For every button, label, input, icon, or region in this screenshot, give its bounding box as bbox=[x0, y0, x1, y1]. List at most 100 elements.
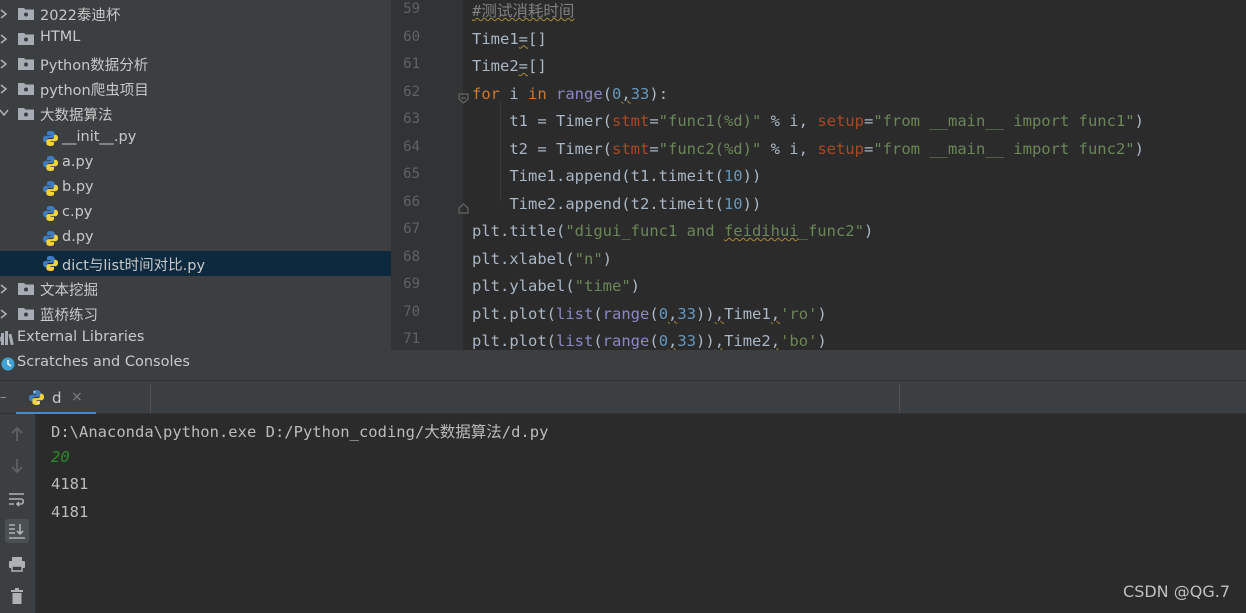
soft-wrap-icon[interactable] bbox=[5, 487, 29, 511]
python-file-icon bbox=[42, 155, 59, 172]
down-arrow-icon[interactable] bbox=[5, 454, 29, 478]
code-line[interactable]: #测试消耗时间 bbox=[472, 0, 574, 25]
scratches-icon bbox=[1, 357, 15, 371]
code-line[interactable]: plt.title("digui_func1 and feidihui_func… bbox=[472, 218, 873, 245]
line-number: 69 bbox=[403, 276, 420, 292]
tree-item-label: python爬虫项目 bbox=[40, 83, 149, 99]
project-tree: 2022泰迪杯 HTML Python数据分析 python爬虫项目 大数据算法 __in… bbox=[0, 0, 391, 380]
tree-item[interactable]: __init__.py bbox=[0, 126, 391, 151]
tree-item[interactable]: 蓝桥练习 bbox=[0, 301, 391, 326]
watermark: CSDN @QG.7 bbox=[1123, 582, 1230, 601]
code-line[interactable]: Time2=[] bbox=[472, 53, 547, 80]
tree-item[interactable]: d.py bbox=[0, 226, 391, 251]
folder-icon bbox=[18, 32, 34, 45]
run-console-output[interactable]: D:\Anaconda\python.exe D:/Python_coding/… bbox=[36, 414, 1246, 613]
console-line: D:\Anaconda\python.exe D:/Python_coding/… bbox=[51, 423, 549, 441]
libraries-icon bbox=[1, 331, 15, 346]
console-line: 4181 bbox=[51, 475, 89, 493]
line-number: 60 bbox=[403, 28, 420, 45]
tree-item-label: dict与list时间对比.py bbox=[62, 258, 206, 274]
python-file-icon bbox=[42, 205, 59, 222]
line-number: 70 bbox=[403, 303, 420, 320]
tree-item-label: HTML bbox=[40, 29, 81, 45]
folder-icon bbox=[18, 307, 34, 320]
line-number: 67 bbox=[403, 221, 420, 237]
line-number: 65 bbox=[403, 166, 420, 182]
code-line[interactable]: plt.ylabel("time") bbox=[472, 273, 640, 300]
chevron-right-icon[interactable] bbox=[0, 59, 10, 69]
editor-scroll-area bbox=[391, 350, 1246, 380]
close-icon[interactable]: × bbox=[71, 389, 83, 405]
header-divider bbox=[150, 383, 151, 413]
tree-item[interactable]: python爬虫项目 bbox=[0, 76, 391, 101]
code-line[interactable]: Time1=[] bbox=[472, 26, 547, 53]
tree-item[interactable]: b.py bbox=[0, 176, 391, 201]
scroll-to-end-icon[interactable] bbox=[5, 519, 29, 543]
tree-item[interactable]: HTML bbox=[0, 26, 391, 51]
tree-item-label: Python数据分析 bbox=[40, 58, 149, 74]
run-tab-d[interactable]: d × bbox=[16, 381, 96, 415]
python-file-icon bbox=[42, 130, 59, 147]
tree-item-label: 蓝桥练习 bbox=[40, 308, 98, 324]
line-number: 64 bbox=[403, 138, 420, 155]
tree-item-label: 文本挖掘 bbox=[40, 283, 98, 299]
line-number: 68 bbox=[403, 248, 420, 265]
chevron-right-icon[interactable] bbox=[0, 9, 10, 19]
tree-item[interactable]: Scratches and Consoles bbox=[0, 351, 391, 376]
fold-start-icon[interactable] bbox=[458, 89, 469, 104]
tree-item-label: 大数据算法 bbox=[40, 108, 113, 124]
tree-item-label: d.py bbox=[62, 229, 94, 245]
python-icon bbox=[28, 389, 45, 406]
header-divider bbox=[899, 383, 900, 413]
chevron-right-icon[interactable] bbox=[0, 34, 10, 44]
line-number: 66 bbox=[403, 193, 420, 210]
code-line[interactable]: Time1.append(t1.timeit(10)) bbox=[472, 163, 761, 190]
print-icon[interactable] bbox=[5, 552, 29, 576]
tree-item-label: 2022泰迪杯 bbox=[40, 8, 121, 24]
tree-item-label: b.py bbox=[62, 179, 94, 195]
tree-item[interactable]: Python数据分析 bbox=[0, 51, 391, 76]
code-editor[interactable]: 59 60 61 62 63 64 65 66 67 68 69 70 71 #测试消耗时间 Time1=… bbox=[391, 0, 1246, 380]
line-number: 61 bbox=[403, 56, 420, 72]
line-number: 62 bbox=[403, 83, 420, 100]
minimize-icon[interactable]: – bbox=[0, 390, 7, 405]
fold-end-icon[interactable] bbox=[458, 199, 469, 213]
folder-icon bbox=[18, 82, 34, 95]
code-line[interactable]: t2 = Timer(stmt="func2(%d)" % i, setup="… bbox=[472, 136, 1144, 163]
line-number: 71 bbox=[403, 331, 420, 347]
code-line[interactable]: plt.plot(list(range(0,33)),Time1,'ro') bbox=[472, 301, 827, 328]
tree-item-label: c.py bbox=[62, 204, 93, 220]
tree-item-label: External Libraries bbox=[17, 329, 145, 345]
line-number: 59 bbox=[403, 1, 420, 17]
tree-item[interactable]: a.py bbox=[0, 151, 391, 176]
python-file-icon bbox=[42, 255, 59, 272]
code-line[interactable]: plt.xlabel("n") bbox=[472, 246, 612, 273]
line-number-gutter: 59 60 61 62 63 64 65 66 67 68 69 70 71 bbox=[391, 0, 469, 350]
code-line[interactable]: for i in range(0,33): bbox=[472, 81, 668, 108]
tree-item[interactable]: External Libraries bbox=[0, 326, 391, 351]
chevron-right-icon[interactable] bbox=[0, 84, 10, 94]
python-file-icon bbox=[42, 230, 59, 247]
tree-item[interactable]: dict与list时间对比.py bbox=[0, 251, 391, 276]
python-file-icon bbox=[42, 180, 59, 197]
code-line[interactable]: t1 = Timer(stmt="func1(%d)" % i, setup="… bbox=[472, 108, 1144, 135]
line-number: 63 bbox=[403, 111, 420, 127]
folder-icon bbox=[18, 7, 34, 20]
console-line: 4181 bbox=[51, 502, 89, 521]
trash-icon[interactable] bbox=[5, 584, 29, 608]
tree-item[interactable]: 文本挖掘 bbox=[0, 276, 391, 301]
tree-item[interactable]: 大数据算法 bbox=[0, 101, 391, 126]
run-tool-window-header: – d × bbox=[0, 380, 1246, 415]
tree-item[interactable]: c.py bbox=[0, 201, 391, 226]
tree-item[interactable]: 2022泰迪杯 bbox=[0, 1, 391, 26]
tree-item-label: Scratches and Consoles bbox=[17, 354, 190, 370]
tree-item-label: __init__.py bbox=[62, 129, 137, 145]
folder-icon bbox=[18, 282, 34, 295]
chevron-right-icon[interactable] bbox=[0, 284, 10, 294]
up-arrow-icon[interactable] bbox=[5, 422, 29, 446]
console-line: 20 bbox=[51, 447, 70, 466]
run-tab-label: d bbox=[52, 389, 62, 407]
chevron-down-icon[interactable] bbox=[0, 109, 9, 119]
chevron-right-icon[interactable] bbox=[0, 309, 10, 319]
code-line[interactable]: Time2.append(t2.timeit(10)) bbox=[472, 191, 761, 218]
